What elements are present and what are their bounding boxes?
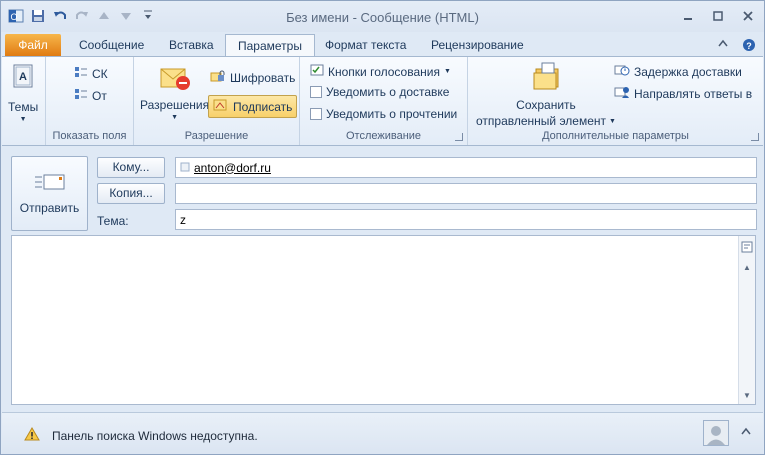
voting-icon xyxy=(310,63,324,80)
request-read-receipt[interactable]: Уведомить о прочтении xyxy=(310,107,457,121)
message-header: Отправить Кому... anton@dorf.ru Копия...… xyxy=(2,146,763,234)
minimize-ribbon-icon[interactable] xyxy=(718,38,728,55)
save-sent-folder-icon xyxy=(530,61,562,96)
themes-label: Темы xyxy=(8,100,39,114)
expand-people-pane-icon[interactable] xyxy=(741,427,751,438)
group-label-show-fields: Показать поля xyxy=(52,130,127,142)
direct-replies-button[interactable]: Направлять ответы в xyxy=(614,85,752,102)
save-sent-item-button[interactable]: Сохранить отправленный элемент ▼ xyxy=(476,61,616,128)
sign-button[interactable]: Подписать xyxy=(208,95,298,118)
cc-button[interactable]: Копия... xyxy=(97,183,165,204)
direct-replies-icon xyxy=(614,85,630,102)
vertical-scrollbar[interactable]: ▲ ▼ xyxy=(738,236,755,404)
svg-text:?: ? xyxy=(746,41,752,51)
send-label: Отправить xyxy=(19,201,80,215)
tab-file[interactable]: Файл xyxy=(5,34,61,56)
delay-delivery-icon xyxy=(614,63,630,80)
save-sent-label-row: отправленный элемент ▼ xyxy=(476,114,616,128)
subject-label: Тема: xyxy=(97,214,129,228)
group-themes: A Темы ▼ xyxy=(2,57,46,145)
to-button[interactable]: Кому... xyxy=(97,157,165,178)
themes-button[interactable]: A Темы ▼ xyxy=(8,63,38,123)
tab-message[interactable]: Сообщение xyxy=(67,34,156,56)
message-window: O Без имени - Сообщение (HTML) Файл Сооб… xyxy=(0,0,765,455)
group-tracking: Кнопки голосования ▼ Уведомить о доставк… xyxy=(300,57,468,145)
digital-signature-icon xyxy=(213,98,229,115)
group-label-more-options: Дополнительные параметры xyxy=(542,130,689,142)
tab-options[interactable]: Параметры xyxy=(225,34,315,57)
encrypt-button[interactable]: Шифровать xyxy=(210,69,295,86)
close-icon[interactable] xyxy=(738,7,758,25)
chevron-down-icon: ▼ xyxy=(171,114,179,121)
send-button[interactable]: Отправить xyxy=(11,156,88,231)
save-sent-label-line1: Сохранить xyxy=(516,98,576,112)
subject-field[interactable]: z xyxy=(175,209,757,230)
from-icon xyxy=(74,87,88,104)
tab-format-text[interactable]: Формат текста xyxy=(313,34,418,56)
voting-label: Кнопки голосования xyxy=(328,64,440,79)
group-more-options: Сохранить отправленный элемент ▼ Задержк… xyxy=(468,57,763,145)
help-icon[interactable]: ? xyxy=(742,38,756,55)
more-options-dialog-launcher-icon[interactable] xyxy=(751,133,759,141)
scroll-up-icon[interactable]: ▲ xyxy=(740,260,754,274)
delay-delivery-button[interactable]: Задержка доставки xyxy=(614,63,742,80)
message-body[interactable]: ▲ ▼ xyxy=(11,235,756,405)
save-sent-label-line2: отправленный элемент xyxy=(476,114,607,128)
chevron-down-icon: ▼ xyxy=(19,116,27,123)
status-text: Панель поиска Windows недоступна. xyxy=(52,428,258,443)
sign-label: Подписать xyxy=(233,99,293,114)
read-checkbox[interactable] xyxy=(310,108,322,120)
people-pane-avatar[interactable] xyxy=(703,420,729,446)
delivery-checkbox[interactable] xyxy=(310,86,322,98)
ruler-toggle-icon[interactable] xyxy=(740,240,754,254)
bcc-button[interactable]: СК xyxy=(74,65,108,82)
tab-review[interactable]: Рецензирование xyxy=(419,34,536,56)
to-recipient[interactable]: anton@dorf.ru xyxy=(194,161,271,175)
delay-delivery-label: Задержка доставки xyxy=(634,64,742,79)
permission-icon xyxy=(159,63,191,96)
ribbon: A Темы ▼ СК От Показать поля Разрешения … xyxy=(2,56,763,146)
window-title: Без имени - Сообщение (HTML) xyxy=(286,10,479,25)
minimize-icon[interactable] xyxy=(678,7,698,25)
voting-buttons[interactable]: Кнопки голосования ▼ xyxy=(310,63,451,80)
maximize-icon[interactable] xyxy=(708,7,728,25)
from-label: От xyxy=(92,88,107,103)
bcc-icon xyxy=(74,65,88,82)
scroll-down-icon[interactable]: ▼ xyxy=(740,388,754,402)
encrypt-label: Шифровать xyxy=(230,70,296,85)
group-show-fields: СК От Показать поля xyxy=(46,57,134,145)
chevron-down-icon: ▼ xyxy=(609,117,616,125)
bcc-label: СК xyxy=(92,66,108,81)
group-label-tracking: Отслеживание xyxy=(345,130,422,142)
ribbon-tabs: Файл Сообщение Вставка Параметры Формат … xyxy=(1,32,764,57)
permission-button[interactable]: Разрешения ▼ xyxy=(140,63,209,121)
window-controls xyxy=(678,7,758,25)
send-envelope-icon xyxy=(34,172,66,195)
group-label-permission: Разрешение xyxy=(184,130,249,142)
direct-replies-label: Направлять ответы в xyxy=(634,86,753,101)
from-button[interactable]: От xyxy=(74,87,107,104)
title-bar: O Без имени - Сообщение (HTML) xyxy=(1,1,764,32)
status-message: Панель поиска Windows недоступна. xyxy=(24,427,258,444)
tracking-dialog-launcher-icon[interactable] xyxy=(455,133,463,141)
lock-icon xyxy=(210,69,226,86)
themes-icon: A xyxy=(11,63,35,92)
to-field[interactable]: anton@dorf.ru xyxy=(175,157,757,178)
permission-label: Разрешения xyxy=(140,98,210,112)
status-bar: Панель поиска Windows недоступна. xyxy=(2,412,763,454)
tab-insert[interactable]: Вставка xyxy=(157,34,226,56)
chevron-down-icon: ▼ xyxy=(443,68,451,75)
ribbon-tab-controls: ? xyxy=(718,38,756,55)
read-label: Уведомить о прочтении xyxy=(326,107,458,121)
warning-icon xyxy=(24,427,40,444)
recipient-contact-icon xyxy=(180,161,190,175)
request-delivery-receipt[interactable]: Уведомить о доставке xyxy=(310,85,449,99)
svg-text:A: A xyxy=(19,71,27,83)
cc-field[interactable] xyxy=(175,183,757,204)
group-permission: Разрешения ▼ Шифровать Подписать Разреше… xyxy=(134,57,300,145)
delivery-label: Уведомить о доставке xyxy=(326,85,450,99)
